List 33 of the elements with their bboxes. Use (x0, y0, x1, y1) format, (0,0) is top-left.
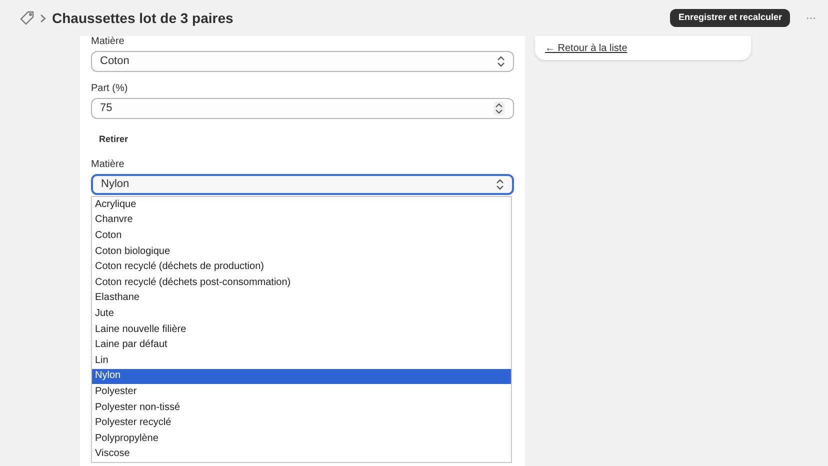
chevron-up-down-icon (496, 179, 504, 190)
dropdown-option[interactable]: Viscose (92, 446, 511, 462)
dropdown-option[interactable]: Laine par défaut (92, 337, 511, 353)
dropdown-option[interactable]: Polypropylène (92, 430, 511, 446)
dropdown-option[interactable]: Chanvre (92, 212, 511, 228)
dropdown-option[interactable]: Coton recyclé (déchets de production) (92, 259, 511, 275)
field-label: Part (%) (91, 83, 129, 95)
chevron-up-down-icon (497, 56, 505, 67)
remove-button[interactable]: Retirer (91, 134, 136, 144)
dropdown-option[interactable]: Lin (92, 352, 511, 369)
dropdown-option[interactable]: Coton biologique (92, 244, 511, 260)
more-button[interactable]: ··· (806, 10, 816, 26)
dropdown-option[interactable]: Coton recyclé (déchets post-consommation) (92, 274, 511, 291)
tag-icon (20, 11, 34, 25)
back-link[interactable]: ← Retour à la liste (545, 40, 628, 56)
dropdown-option[interactable]: Jute (92, 306, 511, 322)
dropdown-option[interactable]: Acrylique (92, 197, 511, 213)
dropdown-option[interactable]: Polyester recyclé (92, 415, 511, 431)
breadcrumb-chevron-icon (40, 14, 46, 22)
select-field[interactable]: Nylon (91, 174, 514, 195)
save-button[interactable]: Enregistrer et recalculer (670, 9, 790, 27)
stepper-icon[interactable] (493, 101, 505, 116)
number-field[interactable]: 75 (91, 98, 514, 119)
page-title: Chaussettes lot de 3 paires (52, 8, 234, 28)
dropdown-option[interactable]: Polyester (92, 384, 511, 400)
field-label: Matière (91, 36, 126, 48)
dropdown-option[interactable]: Coton (92, 228, 511, 244)
dropdown-option[interactable]: Nylon (92, 368, 511, 384)
dropdown-option[interactable]: Laine nouvelle filière (92, 322, 511, 338)
field-label: Matière (91, 159, 126, 171)
dropdown-option[interactable]: Polyester non-tissé (92, 400, 511, 416)
select-field[interactable]: Coton (91, 51, 514, 72)
dropdown-option[interactable]: Elasthane (92, 290, 511, 306)
